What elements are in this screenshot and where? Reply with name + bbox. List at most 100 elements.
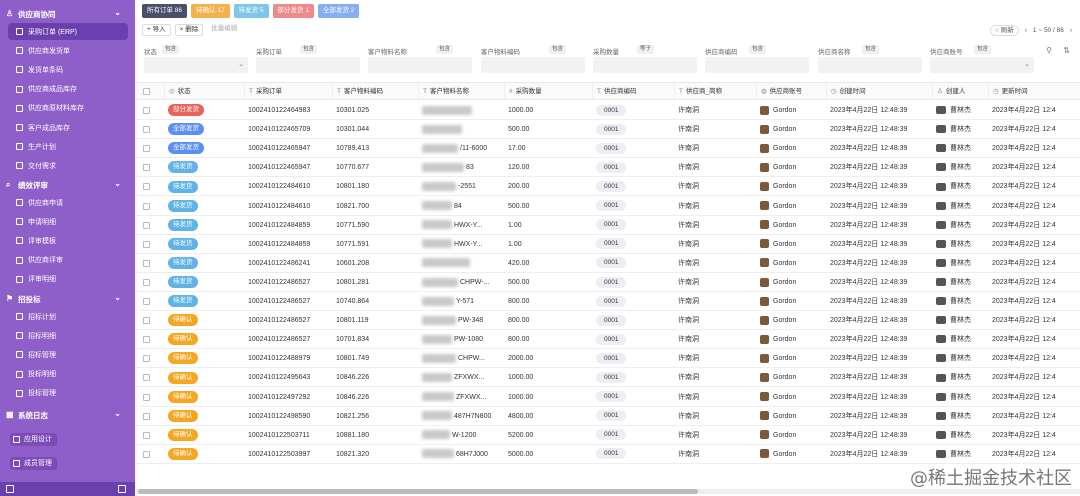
table-row[interactable]: 全部发货 1002410122465947 10789.413/11-6000 17.… <box>136 139 1080 159</box>
sidebar-item[interactable]: 招标计划 <box>8 308 128 325</box>
filter-input[interactable] <box>481 57 585 73</box>
sidebar-item[interactable]: 供应商发货单 <box>8 42 128 59</box>
row-checkbox[interactable] <box>143 164 150 172</box>
filter-mode[interactable]: 等于 <box>637 45 655 54</box>
row-checkbox[interactable] <box>143 240 150 248</box>
row-checkbox[interactable] <box>143 374 150 382</box>
collapse-icon[interactable] <box>118 485 126 493</box>
row-checkbox[interactable] <box>143 183 150 191</box>
row-checkbox[interactable] <box>143 126 150 134</box>
filter-input[interactable] <box>368 57 472 73</box>
sort-icon[interactable]: ⇅ <box>1063 46 1070 55</box>
sidebar-item[interactable]: 招标明细 <box>8 327 128 344</box>
row-checkbox[interactable] <box>143 431 150 439</box>
import-button[interactable]: + 导入 <box>142 24 171 36</box>
filter-input[interactable] <box>705 57 809 73</box>
exit-icon[interactable] <box>6 485 14 493</box>
column-header[interactable]: ◷ 更新时间 <box>988 83 1068 101</box>
filter-mode[interactable]: 包含 <box>436 45 454 54</box>
row-checkbox[interactable] <box>143 259 150 267</box>
sidebar-item[interactable]: 采购订单 (ERP) <box>8 23 128 40</box>
row-checkbox[interactable] <box>143 298 150 305</box>
sidebar-group[interactable]: ♙ 供应商协同 ⌄ <box>0 5 135 23</box>
sidebar-group[interactable]: ⌕ 绩效评审 ⌄ <box>0 176 135 194</box>
filter-input[interactable] <box>593 57 697 73</box>
table-row[interactable]: 待确认 1002410122498590 10821.256 487H7N800 480… <box>136 407 1080 426</box>
tab-status[interactable]: 全部发货 2 <box>317 4 360 18</box>
member-management-button[interactable]: 成员管理 <box>10 457 57 470</box>
table-row[interactable]: 待确认 1002410122488979 10801.749 CHPW... 2000.… <box>136 349 1080 369</box>
filter-settings-icon[interactable]: ⚲ <box>1046 46 1052 55</box>
column-header[interactable]: T 客户物料名称 <box>418 83 504 101</box>
delete-button[interactable]: × 删除 <box>174 24 204 36</box>
filter-mode[interactable]: 包含 <box>300 45 318 54</box>
next-page-icon[interactable]: › <box>1070 27 1072 34</box>
sidebar-item[interactable]: 申请明细 <box>8 213 128 230</box>
select-all-checkbox[interactable] <box>143 88 150 95</box>
sidebar-item[interactable]: 招标管理 <box>8 346 128 363</box>
filter-input[interactable]: ⌄ <box>144 57 248 73</box>
table-row[interactable]: 待确认 1002410122497292 10846.226 ZFXWX... 1000… <box>136 388 1080 407</box>
app-design-button[interactable]: 应用设计 <box>10 433 57 446</box>
tab-status[interactable]: 部分发货 1 <box>272 4 314 18</box>
table-row[interactable]: 待确认 1002410122503997 10821.320 68H7J000 5000… <box>136 445 1080 464</box>
table-row[interactable]: 待发货 1002410122484610 10801.180 -2551 200.00 0… <box>136 177 1080 197</box>
column-header[interactable]: # 采购数量 <box>504 83 592 101</box>
column-header[interactable]: ♙ 创建人 <box>932 83 988 101</box>
table-row[interactable]: 待发货 1002410122484859 10771.591 HWX-Y... 1.00… <box>136 235 1080 254</box>
sidebar-item[interactable]: 供应商评审 <box>8 252 128 269</box>
row-checkbox[interactable] <box>143 145 150 153</box>
filter-mode[interactable]: 包含 <box>749 45 767 54</box>
column-header[interactable]: T 采购订单 <box>244 83 332 101</box>
table-row[interactable]: 待发货 1002410122484859 10771.590 HWX-Y... 1.00… <box>136 216 1080 235</box>
table-row[interactable]: 待发货 1002410122486527 10740.864 Y-571 800.00 0… <box>136 292 1080 311</box>
column-header[interactable]: T 客户物料编码 <box>332 83 418 101</box>
sidebar-item[interactable]: 评审明细 <box>8 271 128 288</box>
sidebar-item[interactable]: 投标管理 <box>8 385 128 402</box>
sidebar-item[interactable]: 发货单条码 <box>8 61 128 78</box>
row-checkbox[interactable] <box>143 221 150 229</box>
sidebar-group[interactable]: ⚑ 招投标 ⌄ <box>0 290 135 308</box>
filter-mode[interactable]: 包含 <box>162 45 180 54</box>
row-checkbox[interactable] <box>143 450 150 458</box>
refresh-button[interactable]: ○ 刷新 <box>990 24 1019 36</box>
tab-status[interactable]: 待发货 5 <box>233 4 269 18</box>
sidebar-item[interactable]: 供应商原材料库存 <box>8 100 128 117</box>
table-row[interactable]: 待确认 1002410122486527 10701.834 PW-1080 800.0… <box>136 330 1080 350</box>
filter-mode[interactable]: 包含 <box>549 45 567 54</box>
column-header[interactable]: ◷ 创建时间 <box>826 83 932 101</box>
row-checkbox[interactable] <box>143 355 150 363</box>
row-checkbox[interactable] <box>143 336 150 344</box>
table-row[interactable]: 待发货 1002410122486241 10601.208 420.00 0001 许南… <box>136 254 1080 273</box>
row-checkbox[interactable] <box>143 107 150 114</box>
sidebar-item[interactable]: 供应商成品库存 <box>8 81 128 98</box>
sidebar-group[interactable]: ▦ 系统日志 ⌄ <box>0 406 135 424</box>
filter-input[interactable] <box>256 57 360 73</box>
column-header[interactable]: ◎ 状态 <box>164 83 244 101</box>
filter-mode[interactable]: 包含 <box>862 45 880 54</box>
sidebar-item[interactable]: 供应商申请 <box>8 194 128 211</box>
filter-input[interactable]: ⌄ <box>930 57 1034 73</box>
prev-page-icon[interactable]: ‹ <box>1025 27 1027 34</box>
scrollbar-thumb[interactable] <box>138 489 698 494</box>
sidebar-item[interactable]: 评审模板 <box>8 232 128 249</box>
row-checkbox[interactable] <box>143 412 150 420</box>
sidebar-item[interactable]: 生产计划 <box>8 138 128 155</box>
table-row[interactable]: 待确认 1002410122503711 10881.180 W-1200 5200.0… <box>136 426 1080 445</box>
table-row[interactable]: 待发货 1002410122484610 10821.700 84 500.00 0001… <box>136 197 1080 216</box>
row-checkbox[interactable] <box>143 393 150 401</box>
row-checkbox[interactable] <box>143 278 150 286</box>
column-header[interactable]: ◍ 供应商账号 <box>756 83 826 101</box>
table-row[interactable]: 待发货 1002410122486527 10801.281 CHPW-... 500.… <box>136 273 1080 292</box>
column-header[interactable]: T 供应商编码 <box>592 83 674 101</box>
table-row[interactable]: 全部发货 1002410122465709 10301.044 500.00 0001 许… <box>136 120 1080 140</box>
sidebar-item[interactable]: 投标明细 <box>8 366 128 383</box>
column-header[interactable]: T 供应商_简称 <box>674 83 756 101</box>
table-row[interactable]: 待发货 1002410122465947 10770.677 83 120.00 0001… <box>136 158 1080 178</box>
filter-mode[interactable]: 包含 <box>974 45 992 54</box>
tab-status[interactable]: 所有订单 86 <box>142 4 188 18</box>
sidebar-item[interactable]: 交付需求 <box>8 157 128 174</box>
filter-input[interactable] <box>818 57 922 73</box>
batch-edit-button[interactable]: 批量编辑 <box>207 24 242 36</box>
table-row[interactable]: 待确认 1002410122486527 10801.119 PW-348 800.00… <box>136 311 1080 331</box>
